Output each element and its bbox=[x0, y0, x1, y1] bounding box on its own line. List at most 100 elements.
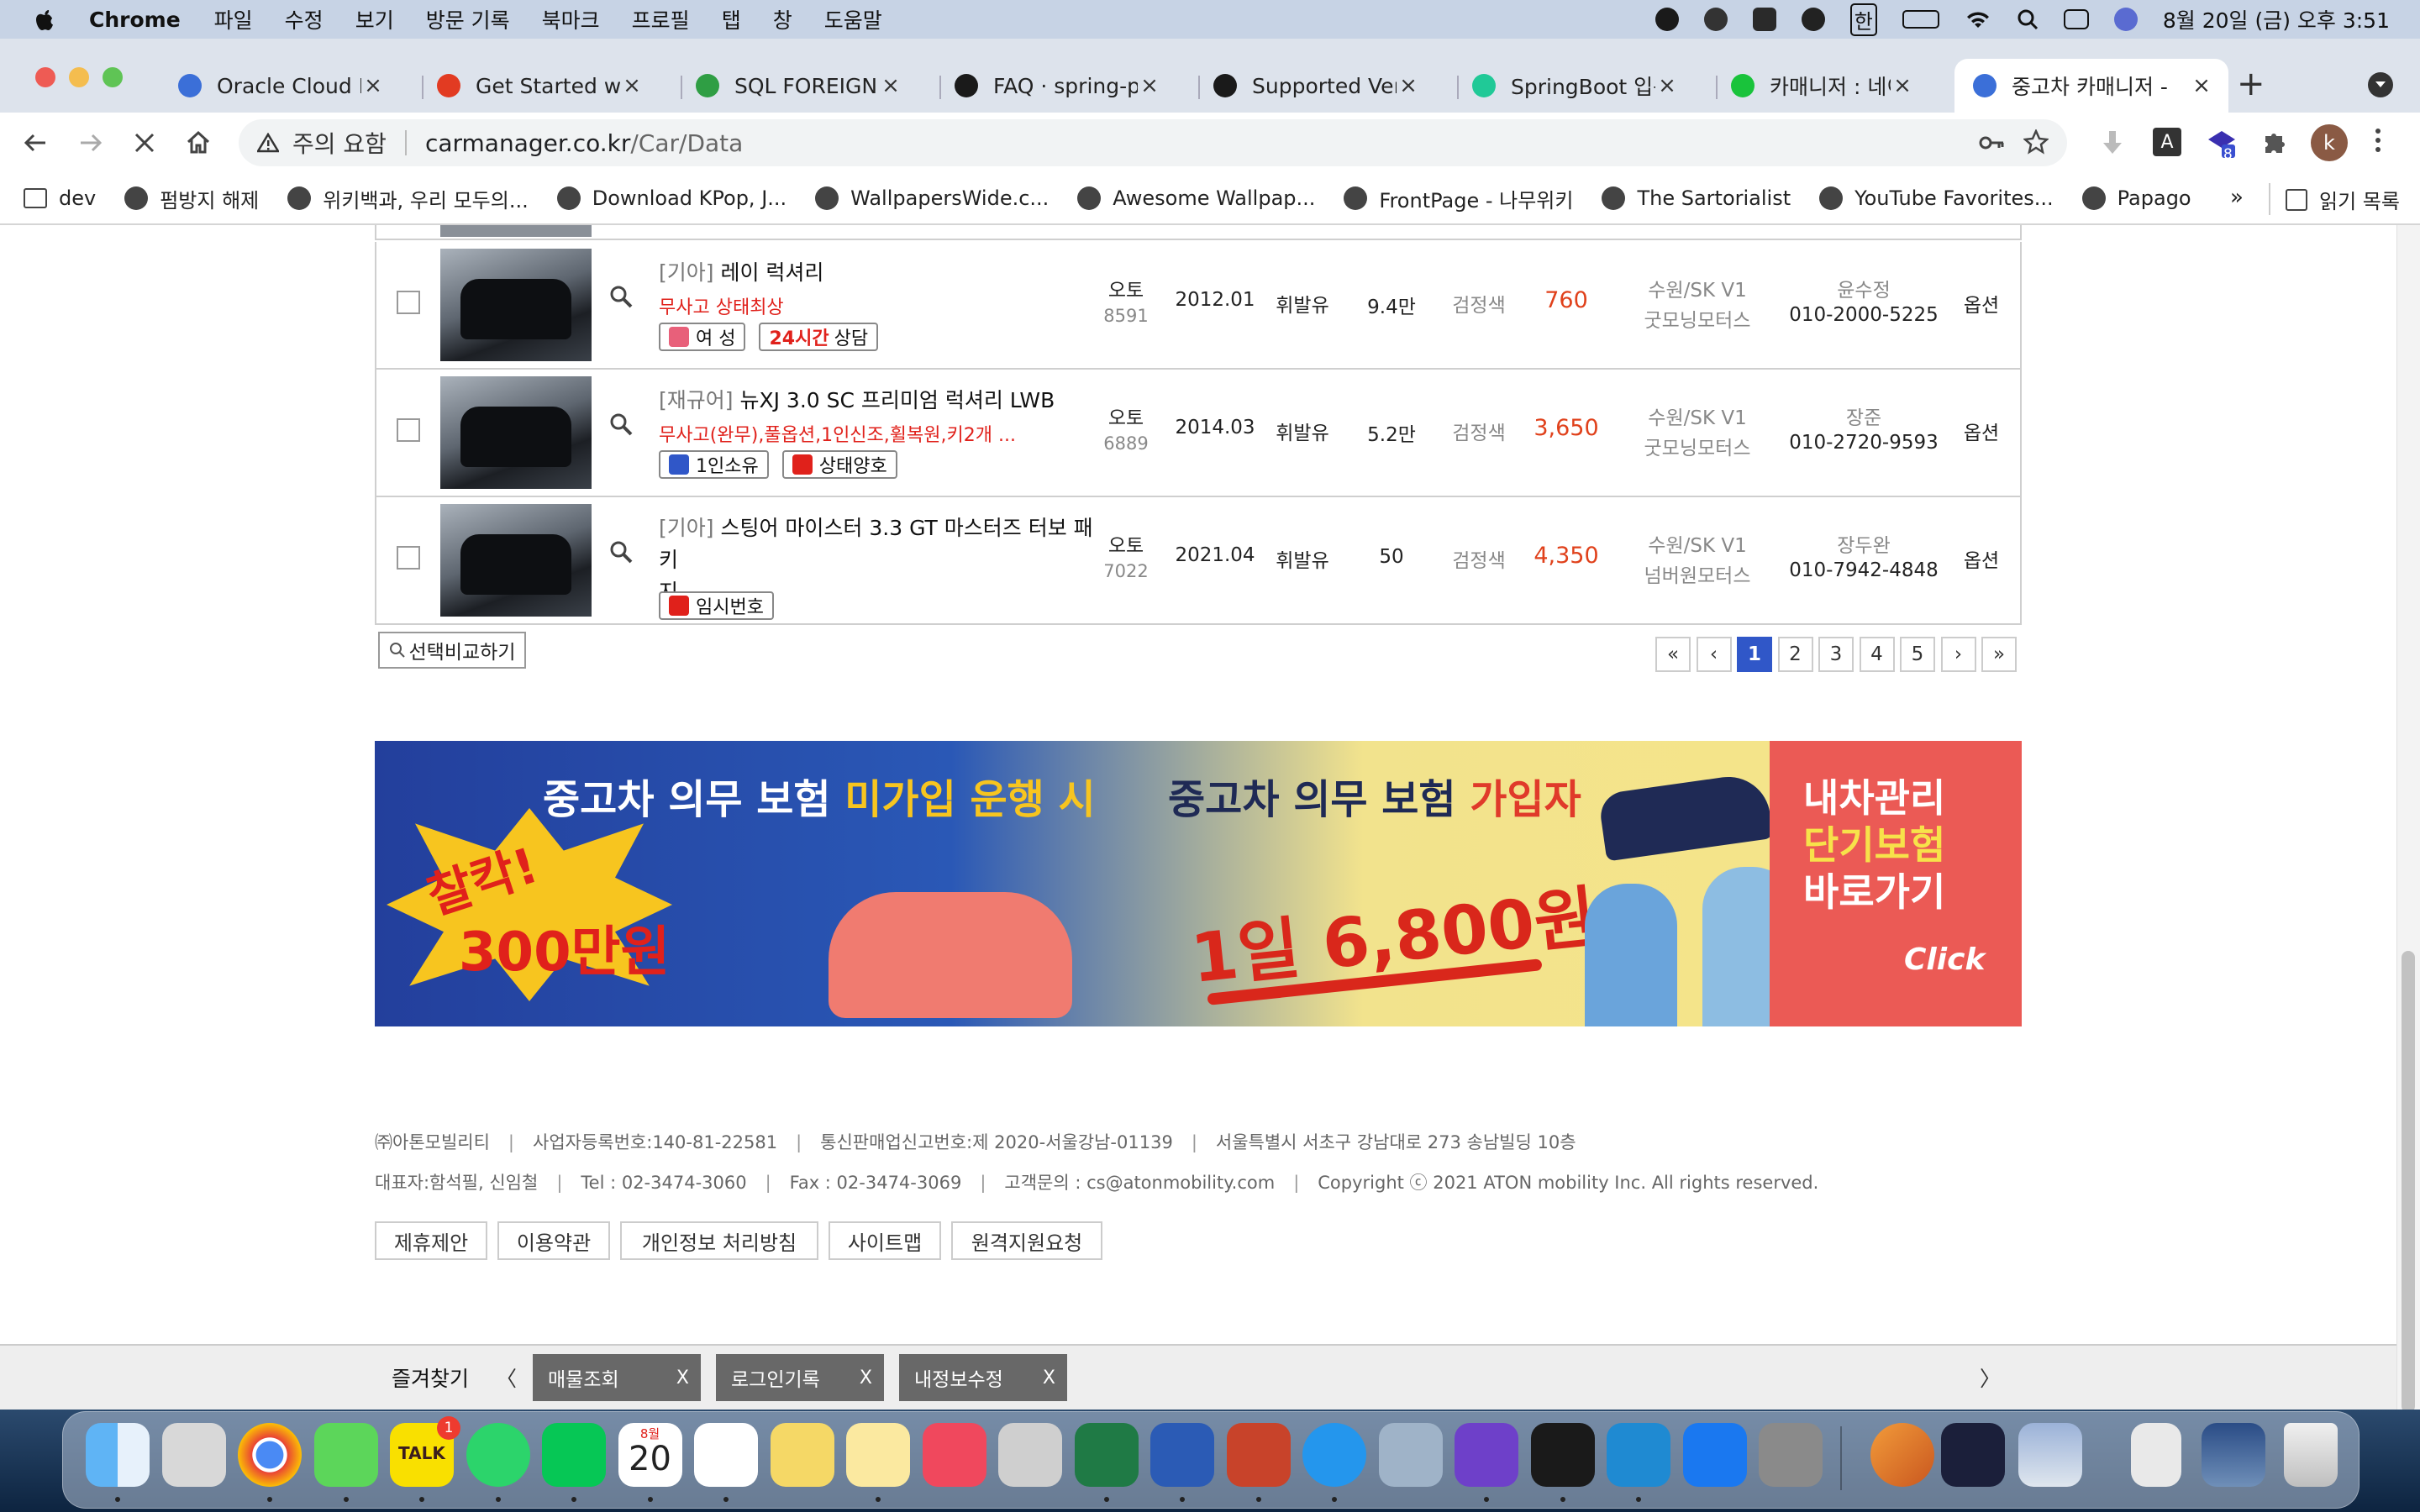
page-number-button[interactable]: 2 bbox=[1777, 637, 1813, 672]
bookmarks-overflow-button[interactable]: » bbox=[2230, 185, 2244, 210]
page-last-button[interactable]: » bbox=[1981, 637, 2017, 672]
word-icon[interactable] bbox=[1150, 1423, 1214, 1487]
listing-select-checkbox[interactable] bbox=[397, 291, 420, 314]
browser-tab[interactable]: Get Started with× bbox=[425, 59, 659, 113]
magnifier-icon[interactable] bbox=[608, 412, 634, 437]
system-preferences-icon[interactable] bbox=[1759, 1423, 1823, 1487]
page-number-button[interactable]: 1 bbox=[1737, 637, 1772, 672]
footer-link-terms[interactable]: 이용약관 bbox=[497, 1221, 610, 1260]
menu-help[interactable]: 도움말 bbox=[824, 4, 882, 34]
chat-icon[interactable] bbox=[1801, 8, 1825, 31]
menu-profiles[interactable]: 프로필 bbox=[632, 4, 690, 34]
screenshot-icon[interactable] bbox=[998, 1423, 1062, 1487]
bookmark-item[interactable]: WallpapersWide.c... bbox=[815, 186, 1049, 210]
line-icon[interactable] bbox=[542, 1423, 606, 1487]
app-menu-chrome[interactable]: Chrome bbox=[89, 8, 181, 32]
siri-icon[interactable] bbox=[2113, 8, 2138, 31]
close-tab-icon[interactable]: × bbox=[1397, 73, 1420, 98]
close-tab-icon[interactable]: × bbox=[620, 73, 644, 98]
bookmark-star-icon[interactable] bbox=[2023, 129, 2049, 155]
magnifier-icon[interactable] bbox=[608, 284, 634, 309]
page-next-button[interactable]: › bbox=[1940, 637, 1976, 672]
window-close-button[interactable] bbox=[35, 67, 55, 87]
listing-row[interactable]: [기아] 스팅어 마이스터 3.3 GT 마스터즈 터보 패키지임시번호오토70… bbox=[375, 497, 2022, 625]
page-scrollbar-thumb[interactable] bbox=[2402, 951, 2415, 1413]
favorites-prev-button[interactable]: 〈 bbox=[496, 1362, 517, 1393]
chrome-icon[interactable] bbox=[238, 1423, 302, 1487]
downloads-stack-icon[interactable] bbox=[2202, 1423, 2265, 1487]
footer-link-partnership[interactable]: 제휴제안 bbox=[375, 1221, 487, 1260]
terminal-icon[interactable] bbox=[1530, 1423, 1595, 1487]
browser-tab[interactable]: SQL FOREIGN KE× bbox=[684, 59, 918, 113]
creative-cloud-icon[interactable] bbox=[1703, 8, 1728, 31]
options-link[interactable]: 옵션 bbox=[1939, 289, 2023, 318]
music-icon[interactable] bbox=[922, 1423, 986, 1487]
close-tab-icon[interactable]: × bbox=[879, 73, 902, 98]
bookmark-item[interactable]: 펌방지 해제 bbox=[124, 184, 259, 213]
notes-icon[interactable] bbox=[846, 1423, 910, 1487]
profile-avatar[interactable]: k bbox=[2311, 124, 2348, 161]
page-number-button[interactable]: 5 bbox=[1900, 637, 1935, 672]
menu-view[interactable]: 보기 bbox=[355, 4, 394, 34]
favorite-tab-edit-profile[interactable]: 내정보수정 X bbox=[899, 1354, 1067, 1401]
banner-cta-panel[interactable]: 내차관리 단기보험 바로가기 Click bbox=[1770, 741, 2022, 1026]
instruments-icon[interactable] bbox=[1941, 1423, 2005, 1487]
menubar-clock[interactable]: 8월 20일 (금) 오후 3:51 bbox=[2163, 4, 2390, 34]
kakaotalk-icon[interactable]: TALK 1 bbox=[390, 1416, 460, 1487]
window-zoom-button[interactable] bbox=[103, 67, 123, 87]
close-tab-icon[interactable]: × bbox=[1138, 73, 1161, 98]
insurance-banner[interactable]: 중고차 의무 보험 미가입 운행 시 찰칵! 300만원 중고차 의무 보험 가… bbox=[375, 741, 2022, 1026]
window-minimize-button[interactable] bbox=[69, 67, 89, 87]
back-button[interactable] bbox=[18, 126, 52, 160]
magnifier-icon[interactable] bbox=[608, 539, 634, 564]
listing-row[interactable]: [기아] 레이 럭셔리 무사고 상태최상 여 성 24시간 상담 오토 8591 2012.0… bbox=[375, 242, 2022, 370]
powerpoint-icon[interactable] bbox=[1226, 1423, 1291, 1487]
messages-icon[interactable] bbox=[313, 1423, 378, 1487]
reminders-icon[interactable] bbox=[694, 1423, 758, 1487]
forward-button[interactable] bbox=[74, 126, 108, 160]
page-prev-button[interactable]: ‹ bbox=[1696, 637, 1732, 672]
bookmark-item[interactable]: YouTube Favorites... bbox=[1819, 186, 2054, 210]
new-tab-button[interactable]: + bbox=[2237, 67, 2265, 101]
favorite-tab-login-history[interactable]: 로그인기록 X bbox=[716, 1354, 884, 1401]
app-store-icon[interactable] bbox=[1682, 1423, 1747, 1487]
listing-title[interactable]: [재규어] 뉴XJ 3.0 SC 프리미엄 럭셔리 LWB bbox=[659, 385, 1096, 417]
security-status-label[interactable]: 주의 요함 bbox=[292, 126, 387, 160]
menu-file[interactable]: 파일 bbox=[214, 4, 253, 34]
vscode-icon[interactable] bbox=[1607, 1423, 1670, 1487]
footer-link-privacy[interactable]: 개인정보 처리방침 bbox=[620, 1221, 818, 1260]
options-link[interactable]: 옵션 bbox=[1939, 544, 2023, 573]
preview-icon[interactable] bbox=[2018, 1423, 2082, 1487]
browser-tab[interactable]: FAQ · spring-pro× bbox=[943, 59, 1176, 113]
close-tab-icon[interactable]: × bbox=[1655, 73, 1679, 98]
menu-edit[interactable]: 수정 bbox=[285, 4, 324, 34]
menu-history[interactable]: 방문 기록 bbox=[426, 4, 510, 34]
favorite-tab-listing-search[interactable]: 매물조회 X bbox=[533, 1354, 701, 1401]
warning-icon[interactable] bbox=[257, 133, 279, 153]
options-link[interactable]: 옵션 bbox=[1939, 417, 2023, 445]
bookmark-item[interactable]: FrontPage - 나무위키 bbox=[1344, 184, 1573, 213]
pdf-document-icon[interactable] bbox=[2131, 1423, 2181, 1487]
stop-loading-button[interactable] bbox=[128, 126, 161, 160]
menu-bookmarks[interactable]: 북마크 bbox=[542, 4, 600, 34]
listing-select-checkbox[interactable] bbox=[397, 418, 420, 442]
page-number-button[interactable]: 3 bbox=[1818, 637, 1854, 672]
apple-icon[interactable] bbox=[34, 7, 55, 32]
bookmark-item[interactable]: 위키백과, 우리 모두의... bbox=[287, 184, 529, 213]
listing-thumbnail[interactable] bbox=[440, 249, 592, 361]
browser-tab[interactable]: SpringBoot 입문× bbox=[1460, 59, 1694, 113]
input-method-indicator[interactable]: 한 bbox=[1849, 3, 1877, 36]
close-tab-icon[interactable]: × bbox=[2190, 73, 2213, 98]
close-icon[interactable]: X bbox=[676, 1368, 689, 1389]
address-bar[interactable]: 주의 요함 carmanager.co.kr/Car/Data bbox=[239, 119, 2067, 166]
close-tab-icon[interactable]: × bbox=[361, 73, 385, 98]
listing-thumbnail[interactable] bbox=[440, 504, 592, 617]
chrome-menu-icon[interactable] bbox=[2375, 128, 2381, 153]
whatsapp-icon[interactable] bbox=[466, 1423, 530, 1487]
favorites-next-button[interactable]: 〉 bbox=[1980, 1362, 2001, 1393]
control-center-icon[interactable] bbox=[2063, 9, 2089, 29]
dictionary-extension-icon[interactable]: A bbox=[2153, 128, 2181, 156]
reeder-icon[interactable] bbox=[1870, 1423, 1934, 1487]
docker-icon[interactable] bbox=[1302, 1423, 1366, 1487]
footer-link-remote-support[interactable]: 원격지원요청 bbox=[951, 1221, 1102, 1260]
